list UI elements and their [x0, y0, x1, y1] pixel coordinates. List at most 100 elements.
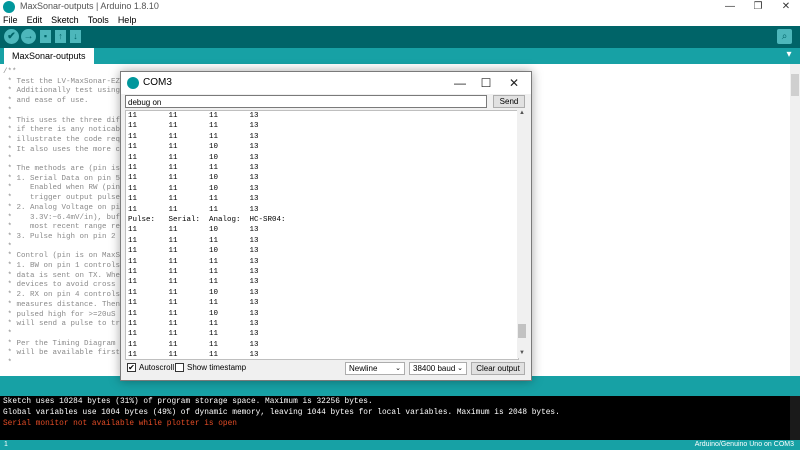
clear-output-button[interactable]: Clear output: [471, 362, 525, 375]
code-line: * will be available first an: [3, 349, 134, 358]
serial-output-row: 11 11 11 13: [128, 351, 259, 360]
console-line: Sketch uses 10284 bytes (31%) of program…: [3, 398, 373, 406]
code-line: * devices to avoid cross nev: [3, 281, 134, 290]
menu-bar: File Edit Sketch Tools Help: [0, 14, 800, 26]
editor-scrollbar[interactable]: [790, 64, 800, 376]
editor-code-lines: /** * Test the LV-MaxSonar-EZ se * Addit…: [3, 68, 134, 369]
serial-maximize-button[interactable]: ☐: [473, 74, 499, 92]
serial-output-row: 11 11 10 13: [128, 226, 259, 235]
serial-output-row: 11 11 11 13: [128, 132, 259, 141]
serial-output-row: 11 11 10 13: [128, 247, 259, 256]
serial-output-row: 11 11 10 13: [128, 153, 259, 162]
serial-output-row: 11 11 11 13: [128, 278, 259, 287]
menu-sketch[interactable]: Sketch: [51, 15, 79, 25]
code-line: *: [3, 359, 13, 368]
maximize-button[interactable]: ❐: [744, 0, 772, 14]
serial-send-input[interactable]: debug on: [125, 95, 487, 108]
new-sketch-button[interactable]: ▪: [40, 30, 51, 43]
tab-bar: [0, 48, 800, 64]
menu-file[interactable]: File: [3, 15, 18, 25]
code-line: * pulsed high for >=20uS the: [3, 310, 134, 319]
send-button[interactable]: Send: [493, 95, 525, 108]
serial-output-row: 11 11 11 13: [128, 340, 259, 349]
serial-output-row: 11 11 11 13: [128, 257, 259, 266]
code-line: *: [3, 329, 13, 338]
code-line: * measures distance. Then he: [3, 300, 134, 309]
line-number: 1: [4, 441, 8, 448]
upload-button[interactable]: →: [21, 29, 36, 44]
scroll-up-icon[interactable]: ▲: [517, 110, 527, 118]
code-line: * and ease of use.: [3, 97, 89, 106]
code-line: * data is sent on TX. When p: [3, 271, 134, 280]
serial-minimize-button[interactable]: —: [447, 74, 473, 92]
code-line: * 2. RX on pin 4 controls th: [3, 291, 134, 300]
serial-monitor-title: COM3: [143, 77, 172, 88]
status-bar: 1 Arduino/Genuino Uno on COM3: [0, 440, 800, 450]
code-line: *: [3, 155, 13, 164]
serial-output-row: 11 11 10 13: [128, 309, 259, 318]
chevron-down-icon: ⌄: [395, 365, 401, 372]
verify-button[interactable]: ✔: [4, 29, 19, 44]
code-line: * will send a pulse to trigg: [3, 320, 134, 329]
menu-help[interactable]: Help: [118, 15, 137, 25]
minimize-button[interactable]: —: [716, 0, 744, 14]
baud-rate-select[interactable]: 38400 baud ⌄: [409, 362, 467, 375]
serial-monitor-controls: ✔ Autoscroll Show timestamp Newline ⌄ 38…: [125, 360, 527, 376]
code-line: * 1. BW on pin 1 controls th: [3, 262, 134, 271]
serial-output-row: 11 11 11 13: [128, 122, 259, 131]
autoscroll-checkbox[interactable]: ✔: [127, 363, 136, 372]
toolbar: ✔ → ▪ ↑ ↓ ⌕: [0, 26, 800, 48]
serial-close-button[interactable]: ✕: [501, 74, 527, 92]
serial-output-row: 11 11 11 13: [128, 330, 259, 339]
serial-output-row: 11 11 10 13: [128, 288, 259, 297]
code-line: * trigger output pulse fo: [3, 194, 134, 203]
serial-scroll-thumb[interactable]: [518, 324, 526, 338]
open-sketch-button[interactable]: ↑: [55, 30, 66, 43]
code-line: *: [3, 106, 13, 115]
board-info: Arduino/Genuino Uno on COM3: [694, 441, 794, 448]
menu-tools[interactable]: Tools: [88, 15, 109, 25]
console-scrollbar[interactable]: [790, 396, 800, 440]
serial-monitor-window: COM3 — ☐ ✕ debug on Send 11 11 11 13 11 1…: [120, 71, 532, 381]
menu-edit[interactable]: Edit: [27, 15, 43, 25]
code-line: * Enabled when RW (pin 1): [3, 184, 134, 193]
line-ending-value: Newline: [349, 364, 378, 373]
tab-maxsonar-outputs[interactable]: MaxSonar-outputs: [4, 48, 94, 64]
arduino-logo-icon: [127, 77, 139, 89]
code-line: * Test the LV-MaxSonar-EZ se: [3, 77, 134, 86]
show-timestamp-label: Show timestamp: [187, 363, 247, 372]
code-line: /**: [3, 68, 17, 76]
serial-output-row: 11 11 10 13: [128, 143, 259, 152]
code-line: * Control (pin is on MaxSona: [3, 252, 134, 261]
serial-output-row: 11 11 10 13: [128, 184, 259, 193]
chevron-down-icon: ⌄: [457, 365, 463, 372]
console-output: Sketch uses 10284 bytes (31%) of program…: [0, 396, 800, 440]
serial-output-scrollbar[interactable]: ▲ ▼: [517, 110, 527, 358]
serial-output-row: 11 11 11 13: [128, 320, 259, 328]
scroll-down-icon[interactable]: ▼: [517, 350, 527, 358]
editor-scroll-thumb[interactable]: [791, 74, 799, 96]
serial-output-row: 11 11 11 13: [128, 236, 259, 245]
serial-monitor-titlebar[interactable]: COM3 — ☐ ✕: [121, 72, 531, 94]
code-line: * 3.3V:~6.4mV/in), buffer: [3, 213, 134, 222]
code-line: * 3. Pulse high on pin 2 at: [3, 232, 134, 241]
close-button[interactable]: ✕: [772, 0, 800, 14]
code-line: * 2. Analog Voltage on pin 3: [3, 203, 134, 212]
serial-output-row: Pulse: Serial: Analog: HC-SR04:: [128, 216, 286, 224]
title-bar: MaxSonar-outputs | Arduino 1.8.10 — ❐ ✕: [0, 0, 800, 14]
autoscroll-label: Autoscroll: [139, 363, 175, 372]
code-line: * if there is any noticable: [3, 126, 134, 135]
baud-rate-value: 38400 baud: [413, 364, 456, 373]
serial-output-row: 11 11 11 13: [128, 299, 259, 308]
code-line: * It also uses the more comm: [3, 145, 134, 154]
serial-output-row: 11 11 11 13: [128, 205, 259, 214]
serial-output-row: 11 11 11 13: [128, 268, 259, 276]
serial-monitor-button[interactable]: ⌕: [777, 29, 792, 44]
line-ending-select[interactable]: Newline ⌄: [345, 362, 405, 375]
show-timestamp-checkbox[interactable]: [175, 363, 184, 372]
save-sketch-button[interactable]: ↓: [70, 30, 81, 43]
tab-menu-icon[interactable]: ▾: [783, 49, 795, 61]
code-line: * 1. Serial Data on pin 5. R: [3, 174, 134, 183]
code-line: * Additionally test using th: [3, 87, 134, 96]
serial-output-row: 11 11 11 13: [128, 112, 259, 120]
